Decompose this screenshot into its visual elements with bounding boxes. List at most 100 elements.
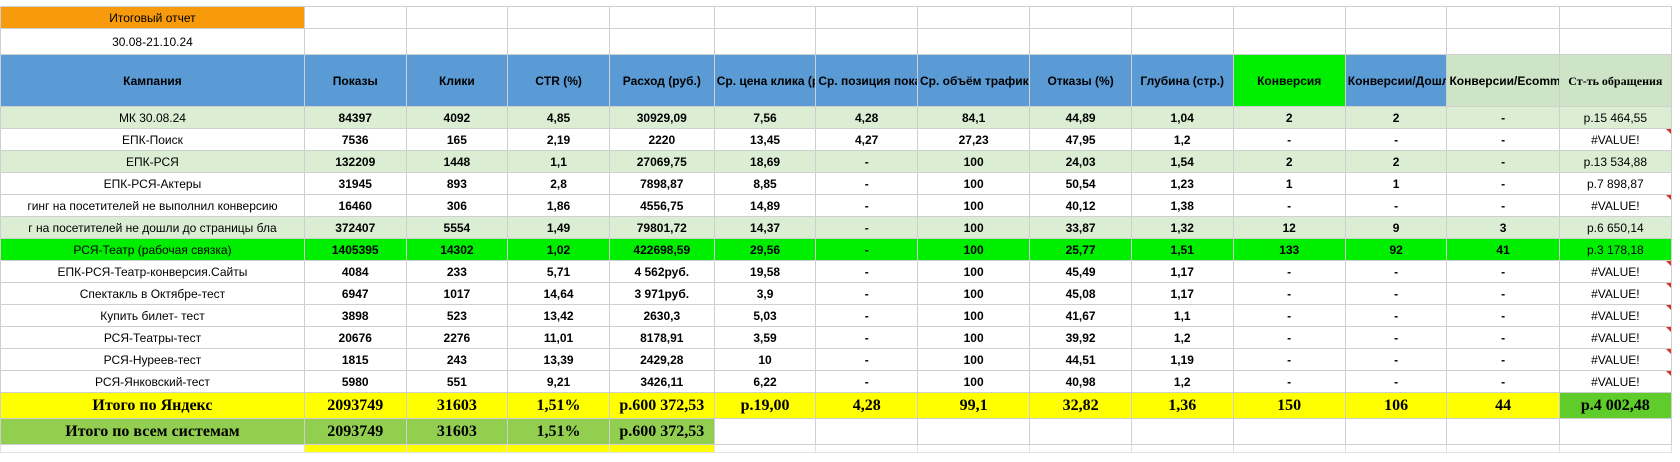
- bounce-cell[interactable]: 50,54: [1029, 172, 1132, 195]
- bounce-cell[interactable]: 40,98: [1029, 370, 1132, 393]
- impressions-cell[interactable]: 132209: [303, 150, 407, 173]
- clicks-cell[interactable]: 523: [405, 304, 509, 327]
- total-yandex-impressions[interactable]: 2093749: [303, 392, 407, 419]
- campaign-cell[interactable]: г на посетителей не дошли до страницы бл…: [0, 216, 305, 239]
- total-yandex-label[interactable]: Итого по Яндекс: [0, 392, 305, 419]
- empty-cell[interactable]: [405, 444, 509, 453]
- campaign-cell[interactable]: ЕПК-РСЯ-Актеры: [0, 172, 305, 195]
- traffic-cell[interactable]: 100: [917, 326, 1031, 349]
- cost-cell[interactable]: #VALUE!: [1558, 282, 1673, 305]
- depth-cell[interactable]: 1,19: [1130, 348, 1234, 371]
- traffic-cell[interactable]: 84,1: [917, 106, 1031, 129]
- total-all-spend[interactable]: р.600 372,53: [608, 418, 715, 445]
- clicks-cell[interactable]: 1448: [405, 150, 509, 173]
- depth-cell[interactable]: 1,51: [1130, 238, 1234, 261]
- spend-cell[interactable]: 4556,75: [608, 194, 715, 217]
- ctr-cell[interactable]: 11,01: [507, 326, 610, 349]
- clicks-cell[interactable]: 1017: [405, 282, 509, 305]
- campaign-cell[interactable]: РСЯ-Театры-тест: [0, 326, 305, 349]
- conv-thanks-cell[interactable]: 2: [1344, 150, 1448, 173]
- traffic-cell[interactable]: 100: [917, 370, 1031, 393]
- campaign-cell[interactable]: МК 30.08.24: [0, 106, 305, 129]
- header-depth[interactable]: Глубина (стр.): [1130, 54, 1234, 107]
- empty-cell[interactable]: [917, 418, 1031, 445]
- bounce-cell[interactable]: 39,92: [1029, 326, 1132, 349]
- position-cell[interactable]: 4,27: [815, 128, 919, 151]
- campaign-cell[interactable]: ЕПК-РСЯ-Театр-конверсия.Сайты: [0, 260, 305, 283]
- header-bounce[interactable]: Отказы (%): [1029, 54, 1132, 107]
- conv-ecom-cell[interactable]: -: [1446, 128, 1560, 151]
- clicks-cell[interactable]: 4092: [405, 106, 509, 129]
- cost-cell[interactable]: #VALUE!: [1558, 370, 1673, 393]
- depth-cell[interactable]: 1,2: [1130, 326, 1234, 349]
- position-cell[interactable]: -: [815, 238, 919, 261]
- position-cell[interactable]: -: [815, 194, 919, 217]
- spend-cell[interactable]: 422698,59: [608, 238, 715, 261]
- cpc-cell[interactable]: 29,56: [713, 238, 817, 261]
- position-cell[interactable]: 4,28: [815, 106, 919, 129]
- conv-ecom-cell[interactable]: 41: [1446, 238, 1560, 261]
- cpc-cell[interactable]: 6,22: [713, 370, 817, 393]
- cpc-cell[interactable]: 8,85: [713, 172, 817, 195]
- total-all-ctr[interactable]: 1,51%: [507, 418, 610, 445]
- conversion-cell[interactable]: -: [1232, 370, 1346, 393]
- header-ctr[interactable]: CTR (%): [507, 54, 610, 107]
- conv-ecom-cell[interactable]: -: [1446, 150, 1560, 173]
- impressions-cell[interactable]: 6947: [303, 282, 407, 305]
- empty-cell[interactable]: [1029, 418, 1132, 445]
- empty-cell[interactable]: [507, 444, 610, 453]
- empty-cell[interactable]: [815, 418, 919, 445]
- header-conversion[interactable]: Конверсия: [1232, 54, 1346, 107]
- depth-cell[interactable]: 1,32: [1130, 216, 1234, 239]
- bounce-cell[interactable]: 45,49: [1029, 260, 1132, 283]
- cpc-cell[interactable]: 10: [713, 348, 817, 371]
- cpc-cell[interactable]: 13,45: [713, 128, 817, 151]
- position-cell[interactable]: -: [815, 370, 919, 393]
- header-avg-cpc[interactable]: Ср. цена клика (руб.): [713, 54, 817, 107]
- header-avg-position[interactable]: Ср. позиция показов: [815, 54, 919, 107]
- total-all-clicks[interactable]: 31603: [405, 418, 509, 445]
- impressions-cell[interactable]: 4084: [303, 260, 407, 283]
- spend-cell[interactable]: 2220: [608, 128, 715, 151]
- conv-ecom-cell[interactable]: -: [1446, 106, 1560, 129]
- empty-cell[interactable]: [1344, 444, 1448, 453]
- conversion-cell[interactable]: 12: [1232, 216, 1346, 239]
- header-campaign[interactable]: Кампания: [0, 54, 305, 107]
- total-yandex-spend[interactable]: р.600 372,53: [608, 392, 715, 419]
- clicks-cell[interactable]: 551: [405, 370, 509, 393]
- clicks-cell[interactable]: 233: [405, 260, 509, 283]
- total-all-label[interactable]: Итого по всем системам: [0, 418, 305, 445]
- position-cell[interactable]: -: [815, 348, 919, 371]
- conversion-cell[interactable]: -: [1232, 326, 1346, 349]
- impressions-cell[interactable]: 20676: [303, 326, 407, 349]
- clicks-cell[interactable]: 5554: [405, 216, 509, 239]
- ctr-cell[interactable]: 1,02: [507, 238, 610, 261]
- report-period[interactable]: 30.08-21.10.24: [0, 28, 305, 55]
- campaign-cell[interactable]: гинг на посетителей не выполнил конверси…: [0, 194, 305, 217]
- total-all-impressions[interactable]: 2093749: [303, 418, 407, 445]
- header-clicks[interactable]: Клики: [405, 54, 509, 107]
- traffic-cell[interactable]: 100: [917, 238, 1031, 261]
- spend-cell[interactable]: 2429,28: [608, 348, 715, 371]
- spend-cell[interactable]: 79801,72: [608, 216, 715, 239]
- empty-cell[interactable]: [1446, 418, 1560, 445]
- empty-cell[interactable]: [1558, 418, 1673, 445]
- conversion-cell[interactable]: -: [1232, 282, 1346, 305]
- bounce-cell[interactable]: 41,67: [1029, 304, 1132, 327]
- cost-cell[interactable]: р.13 534,88: [1558, 150, 1673, 173]
- conv-ecom-cell[interactable]: -: [1446, 304, 1560, 327]
- header-spend[interactable]: Расход (руб.): [608, 54, 715, 107]
- bounce-cell[interactable]: 44,51: [1029, 348, 1132, 371]
- traffic-cell[interactable]: 100: [917, 304, 1031, 327]
- depth-cell[interactable]: 1,1: [1130, 304, 1234, 327]
- clicks-cell[interactable]: 165: [405, 128, 509, 151]
- clicks-cell[interactable]: 893: [405, 172, 509, 195]
- empty-cell[interactable]: [1130, 444, 1234, 453]
- traffic-cell[interactable]: 100: [917, 150, 1031, 173]
- impressions-cell[interactable]: 1815: [303, 348, 407, 371]
- bounce-cell[interactable]: 24,03: [1029, 150, 1132, 173]
- position-cell[interactable]: -: [815, 326, 919, 349]
- empty-cell[interactable]: [1232, 444, 1346, 453]
- conv-ecom-cell[interactable]: -: [1446, 282, 1560, 305]
- depth-cell[interactable]: 1,23: [1130, 172, 1234, 195]
